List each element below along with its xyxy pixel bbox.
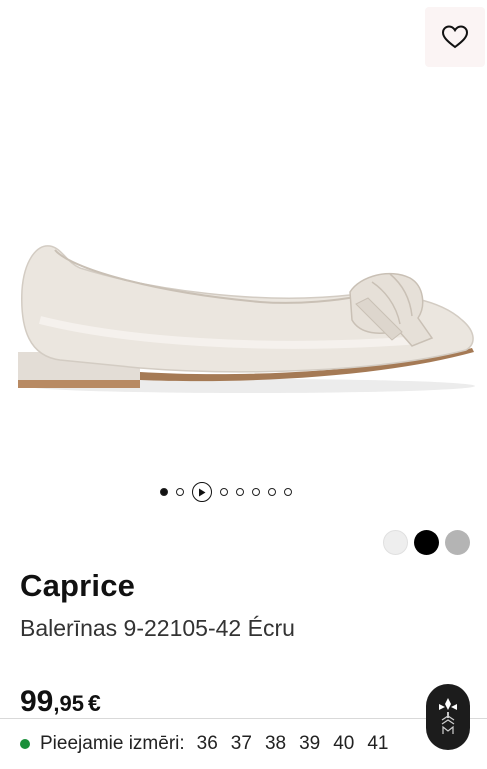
product-brand[interactable]: Caprice: [20, 568, 135, 604]
color-swatches: [383, 530, 470, 555]
gallery-dot-7[interactable]: [268, 488, 276, 496]
wishlist-button[interactable]: [425, 7, 485, 67]
price-main: 99: [20, 685, 54, 718]
availability-indicator: [20, 739, 30, 749]
product-image[interactable]: [0, 230, 487, 400]
size-option[interactable]: 40: [333, 733, 354, 755]
size-option[interactable]: 38: [265, 733, 286, 755]
color-swatch-ecru[interactable]: [383, 530, 408, 555]
play-video-button[interactable]: [192, 482, 212, 502]
size-option[interactable]: 39: [299, 733, 320, 755]
product-price: 99,95 €: [20, 685, 101, 719]
available-sizes-bar[interactable]: Pieejamie izmēri: 36 37 38 39 40 41: [0, 718, 487, 769]
heart-icon: [441, 25, 469, 49]
assistant-floating-button[interactable]: [426, 684, 470, 750]
sizes-label: Pieejamie izmēri:: [40, 733, 185, 754]
product-name: Balerīnas 9-22105-42 Écru: [20, 615, 295, 641]
price-decimals: ,95: [53, 691, 84, 716]
color-swatch-black[interactable]: [414, 530, 439, 555]
size-option[interactable]: 41: [367, 733, 388, 755]
gallery-dot-8[interactable]: [284, 488, 292, 496]
color-swatch-grey[interactable]: [445, 530, 470, 555]
size-option[interactable]: 37: [231, 733, 252, 755]
gallery-dot-4[interactable]: [220, 488, 228, 496]
gallery-dot-2[interactable]: [176, 488, 184, 496]
gallery-dot-6[interactable]: [252, 488, 260, 496]
gallery-pagination: [160, 481, 292, 503]
price-currency: €: [87, 690, 101, 716]
gallery-dot-1[interactable]: [160, 488, 168, 496]
size-option[interactable]: 36: [197, 733, 218, 755]
brand-badge-icon: [439, 698, 457, 734]
gallery-dot-5[interactable]: [236, 488, 244, 496]
play-icon: [199, 488, 206, 496]
